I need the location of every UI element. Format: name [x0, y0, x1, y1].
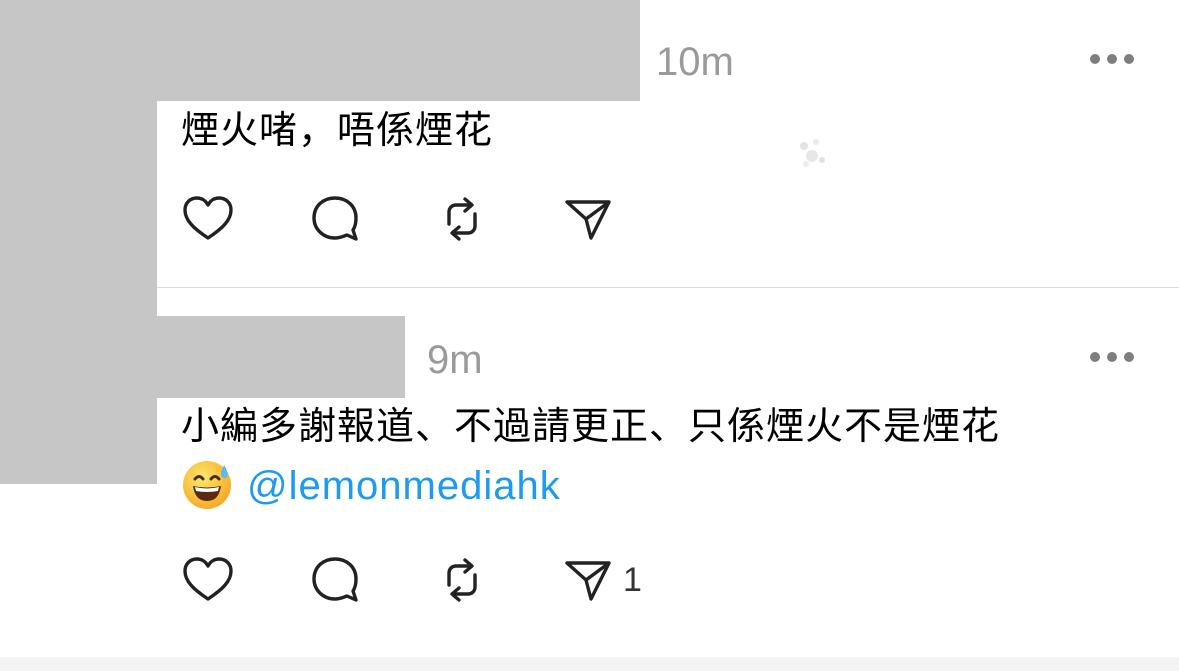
share-icon — [565, 561, 611, 601]
repost-icon — [447, 197, 477, 241]
like-button[interactable] — [181, 192, 235, 246]
redacted-profile-1 — [0, 0, 640, 101]
bottom-edge — [0, 657, 1179, 671]
comment-icon — [312, 557, 358, 602]
share-icon — [565, 200, 611, 240]
share-count: 1 — [623, 561, 642, 599]
post-timestamp: 9m — [427, 338, 483, 382]
repost-button[interactable] — [435, 553, 489, 607]
redacted-profile-2 — [157, 316, 405, 398]
post-divider — [157, 287, 1179, 288]
comment-button[interactable] — [308, 192, 362, 246]
mention-link[interactable]: @lemonmediahk — [247, 464, 561, 508]
share-button[interactable] — [562, 553, 616, 607]
post-text: 煙火啫，唔係煙花 — [181, 108, 494, 152]
image-artifact — [800, 139, 825, 167]
repost-button[interactable] — [435, 192, 489, 246]
grinning-face-with-sweat-icon — [183, 460, 231, 509]
post-text: 小編多謝報道、不過請更正、只係煙火不是煙花 — [181, 404, 1001, 448]
heart-icon — [183, 557, 233, 601]
share-button[interactable] — [562, 192, 616, 246]
post-timestamp: 10m — [656, 40, 734, 84]
more-options-icon[interactable] — [1090, 352, 1134, 362]
comment-icon — [312, 196, 358, 241]
like-button[interactable] — [181, 553, 235, 607]
comment-button[interactable] — [308, 553, 362, 607]
repost-icon — [447, 558, 477, 602]
more-options-icon[interactable] — [1090, 54, 1134, 64]
post-text-line-2: @lemonmediahk — [181, 460, 561, 515]
heart-icon — [183, 196, 233, 240]
redacted-avatar-column — [0, 101, 157, 484]
